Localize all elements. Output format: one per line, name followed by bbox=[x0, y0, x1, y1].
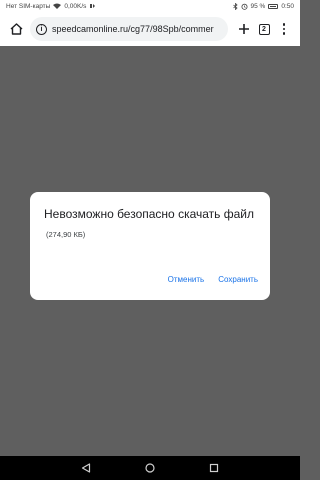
tab-switcher-button[interactable]: 2 bbox=[254, 19, 274, 39]
back-triangle-icon bbox=[81, 463, 91, 473]
dialog-title: Невозможно безопасно скачать файл bbox=[44, 207, 254, 221]
carrier-label: Нет SIM-карты bbox=[6, 2, 51, 10]
bluetooth-icon bbox=[232, 2, 238, 10]
recents-square-icon bbox=[209, 463, 219, 473]
wifi-icon bbox=[53, 3, 62, 9]
browser-toolbar: i speedcamonline.ru/cg77/98Spb/commer 2 bbox=[0, 12, 300, 46]
alarm-icon bbox=[241, 3, 248, 10]
status-bar: Нет SIM-карты 0,00K/s 95 % 0:50 bbox=[0, 0, 300, 12]
network-speed: 0,00K/s bbox=[64, 2, 87, 10]
menu-button[interactable] bbox=[274, 19, 294, 39]
save-button[interactable]: Сохранить bbox=[218, 275, 258, 284]
clock: 0:50 bbox=[281, 2, 294, 10]
tab-count: 2 bbox=[258, 23, 270, 35]
file-size: (274,90 КБ) bbox=[46, 230, 86, 239]
new-tab-button[interactable] bbox=[234, 19, 254, 39]
download-warning-dialog: Невозможно безопасно скачать файл (274,9… bbox=[30, 192, 270, 300]
battery-icon bbox=[268, 3, 279, 9]
address-bar[interactable]: i speedcamonline.ru/cg77/98Spb/commer bbox=[30, 17, 228, 41]
recents-button[interactable] bbox=[207, 461, 221, 475]
system-nav-bar bbox=[0, 456, 300, 480]
cancel-button[interactable]: Отменить bbox=[168, 275, 205, 284]
plus-icon bbox=[239, 24, 249, 34]
home-circle-icon bbox=[145, 463, 155, 473]
home-button[interactable] bbox=[6, 19, 26, 39]
battery-percent: 95 % bbox=[250, 2, 266, 10]
more-vert-icon bbox=[282, 23, 286, 35]
url-text[interactable]: speedcamonline.ru/cg77/98Spb/commer bbox=[52, 24, 214, 34]
home-nav-button[interactable] bbox=[143, 461, 157, 475]
dialog-actions: Отменить Сохранить bbox=[168, 275, 258, 284]
back-button[interactable] bbox=[79, 461, 93, 475]
data-saver-icon bbox=[89, 3, 96, 9]
home-icon bbox=[10, 23, 22, 35]
site-info-icon[interactable]: i bbox=[36, 23, 47, 35]
